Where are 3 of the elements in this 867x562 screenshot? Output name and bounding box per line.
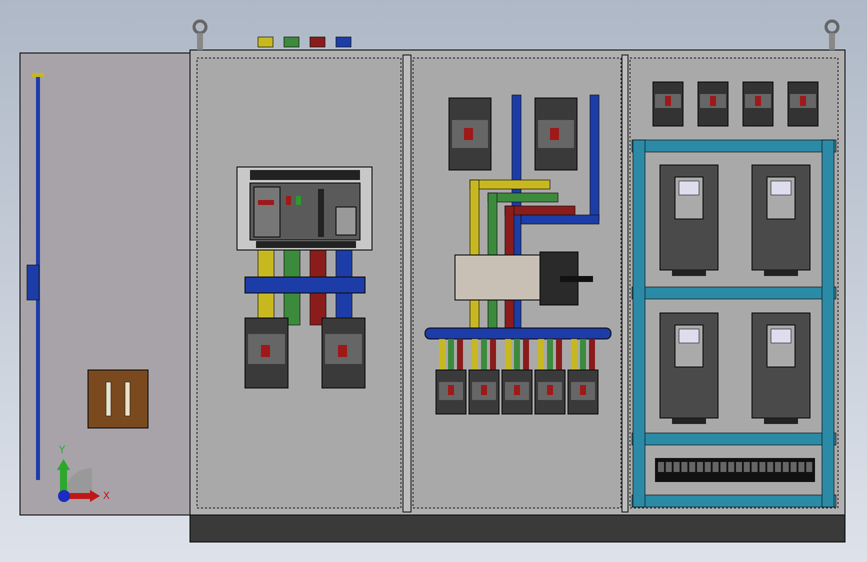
x-axis-label: X xyxy=(103,491,110,502)
axis-triad-drawing xyxy=(57,459,100,502)
y-axis-label: Y xyxy=(59,445,66,456)
